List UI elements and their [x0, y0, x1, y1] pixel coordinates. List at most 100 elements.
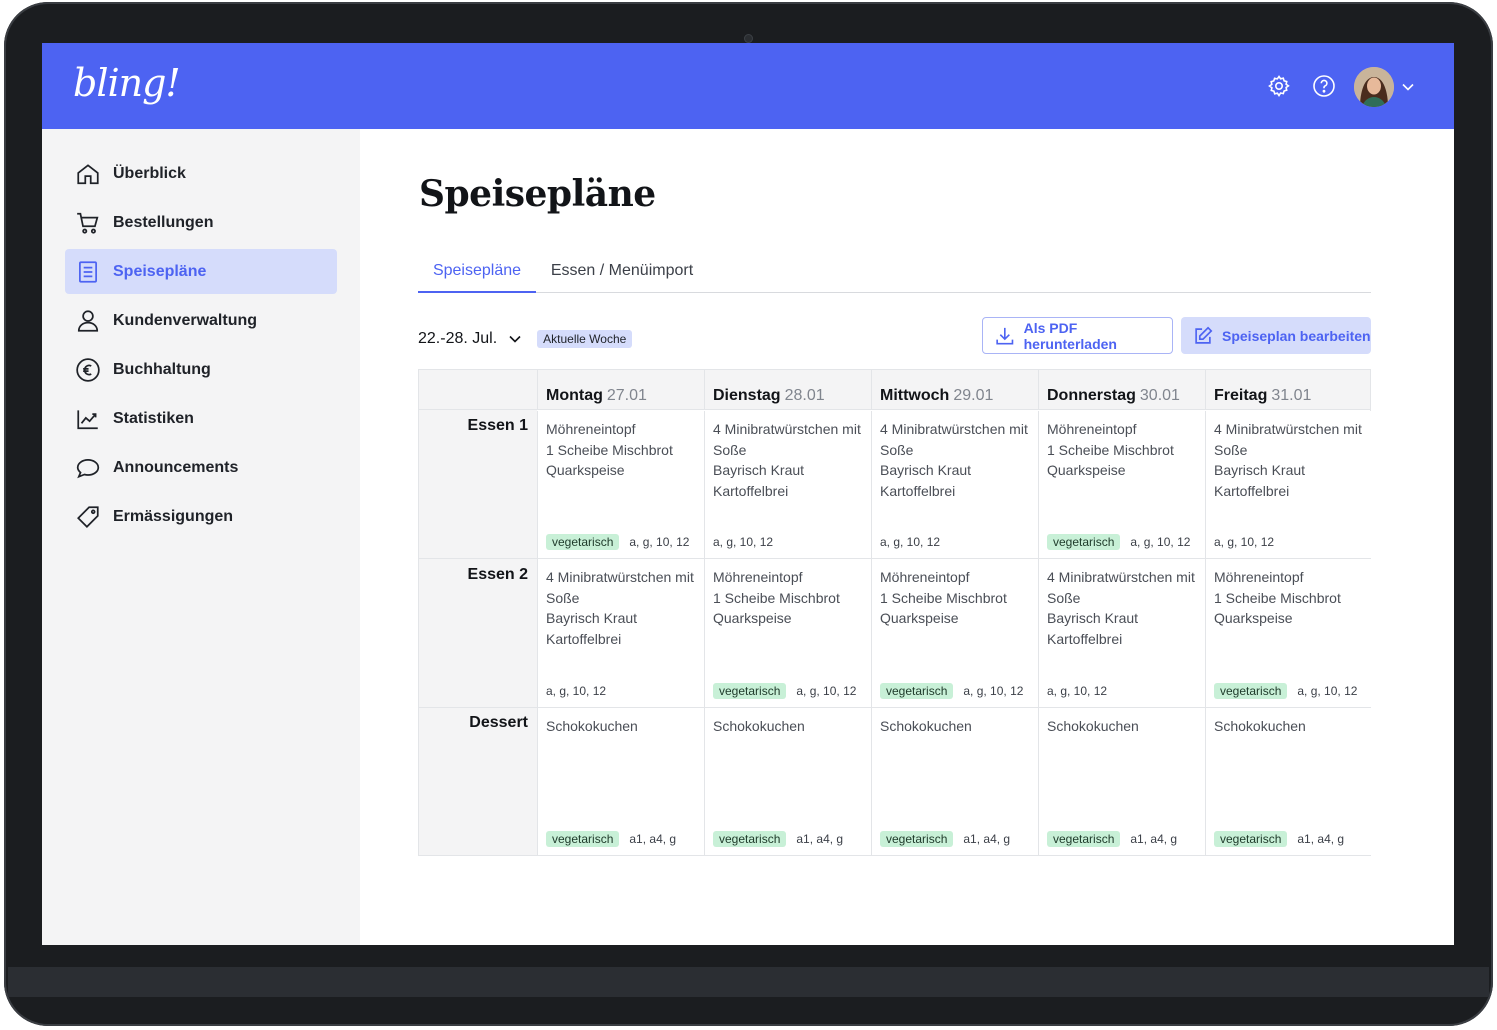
tag-icon [77, 505, 99, 528]
user-icon [77, 309, 99, 332]
dish-lines: 4 Minibratwürstchen mit Soße Bayrisch Krau… [713, 419, 861, 502]
device-bezel [8, 967, 1489, 997]
dish-line: Quarkspeise [1047, 462, 1126, 479]
menu-cell[interactable]: Schokokuchen vegetarisch a1, a4, g [871, 708, 1038, 855]
allergen-codes: a1, a4, g [796, 831, 844, 846]
sidebar-item-label: Statistiken [113, 409, 194, 427]
menu-cell[interactable]: Möhreneintopf 1 Scheibe Mischbrot Quarkspe… [871, 559, 1038, 707]
cell-footer: a, g, 10, 12 [880, 533, 940, 550]
logo[interactable]: bling! [73, 61, 181, 105]
dish-line: Möhreneintopf [880, 569, 970, 585]
dish-line: Bayrisch Kraut [1214, 462, 1306, 479]
dish-line: 4 Minibratwürstchen mit [1047, 569, 1195, 585]
menu-cell[interactable]: 4 Minibratwürstchen mit Soße Bayrisch Krau… [1038, 559, 1205, 707]
cell-footer: vegetarisch a, g, 10, 12 [1214, 682, 1357, 699]
allergen-codes: a, g, 10, 12 [880, 534, 941, 549]
dish-lines: Möhreneintopf 1 Scheibe Mischbrot Quarkspe… [1047, 419, 1174, 481]
vegetarian-badge: vegetarisch [713, 830, 787, 847]
allergen-codes: a, g, 10, 12 [1297, 683, 1358, 698]
cell-footer: vegetarisch a1, a4, g [1047, 830, 1177, 847]
dish-line: Quarkspeise [880, 610, 959, 627]
dish-lines: 4 Minibratwürstchen mit Soße Bayrisch Krau… [1214, 419, 1362, 502]
avatar[interactable] [1354, 67, 1394, 107]
dish-lines: Möhreneintopf 1 Scheibe Mischbrot Quarkspe… [713, 567, 840, 629]
day-date: 31.01 [1271, 387, 1312, 404]
sidebar-item-bestellungen[interactable]: Bestellungen [65, 200, 337, 245]
week-label: 22.-28. Jul. [418, 330, 498, 347]
dish-line: Kartoffelbrei [546, 631, 622, 648]
menu-cell[interactable]: Schokokuchen vegetarisch a1, a4, g [1205, 708, 1372, 855]
edit-menu-plan-label: Speiseplan bearbeiten [1222, 327, 1371, 344]
menu-cell[interactable]: Möhreneintopf 1 Scheibe Mischbrot Quarkspe… [1205, 559, 1372, 707]
dish-line: Schokokuchen [713, 718, 805, 734]
allergen-codes: a1, a4, g [963, 831, 1011, 846]
sidebar-item-label: Kundenverwaltung [113, 311, 258, 329]
sidebar: Überblick Bestellungen Speisepläne Kunde… [42, 129, 360, 945]
gear-icon[interactable] [1267, 74, 1291, 98]
table-header-row: Montag 27.01 Dienstag 28.01 Mittwoch 29.01 … [419, 370, 1370, 410]
menu-cell[interactable]: 4 Minibratwürstchen mit Soße Bayrisch Krau… [871, 411, 1038, 558]
allergen-codes: a1, a4, g [629, 831, 677, 846]
cell-footer: vegetarisch a, g, 10, 12 [713, 682, 856, 699]
dish-lines: Möhreneintopf 1 Scheibe Mischbrot Quarkspe… [546, 419, 673, 481]
dish-line: 1 Scheibe Mischbrot [1214, 589, 1341, 606]
menu-cell[interactable]: Schokokuchen vegetarisch a1, a4, g [704, 708, 871, 855]
row-label: Dessert [469, 714, 528, 731]
menu-cell[interactable]: Schokokuchen vegetarisch a1, a4, g [537, 708, 704, 855]
download-pdf-button[interactable]: Als PDF herunterladen [982, 317, 1173, 354]
menu-cell[interactable]: Möhreneintopf 1 Scheibe Mischbrot Quarkspe… [537, 411, 704, 558]
menu-cell[interactable]: 4 Minibratwürstchen mit Soße Bayrisch Krau… [1205, 411, 1372, 558]
page-title: Speisepläne [419, 173, 656, 215]
tab-essen-menueimport[interactable]: Essen / Menüimport [542, 249, 702, 293]
menu-cell[interactable]: Möhreneintopf 1 Scheibe Mischbrot Quarkspe… [704, 559, 871, 707]
row-label: Essen 2 [467, 566, 528, 583]
sidebar-item-ueberblick[interactable]: Überblick [65, 151, 337, 196]
chevron-down-icon[interactable] [507, 331, 523, 347]
day-date: 28.01 [784, 387, 825, 404]
vegetarian-badge: vegetarisch [546, 830, 620, 847]
cell-footer: vegetarisch a, g, 10, 12 [880, 682, 1023, 699]
dish-line: Soße [880, 441, 914, 458]
help-icon[interactable] [1312, 74, 1336, 98]
sidebar-item-kundenverwaltung[interactable]: Kundenverwaltung [65, 298, 337, 343]
dish-line: Bayrisch Kraut [880, 462, 972, 479]
tab-speiseplaene[interactable]: Speisepläne [418, 249, 536, 293]
cell-footer: vegetarisch a1, a4, g [1214, 830, 1344, 847]
menu-cell[interactable]: 4 Minibratwürstchen mit Soße Bayrisch Krau… [704, 411, 871, 558]
sidebar-item-announcements[interactable]: Announcements [65, 445, 337, 490]
dish-lines: Möhreneintopf 1 Scheibe Mischbrot Quarkspe… [880, 567, 1007, 629]
cell-footer: vegetarisch a1, a4, g [546, 830, 676, 847]
week-selector[interactable]: 22.-28. Jul. Aktuelle Woche [418, 327, 633, 351]
chevron-down-icon[interactable] [1400, 79, 1416, 95]
sidebar-item-speiseplaene[interactable]: Speisepläne [65, 249, 337, 294]
dish-line: Möhreneintopf [1047, 421, 1137, 437]
dish-line: Kartoffelbrei [713, 483, 789, 500]
chat-icon [76, 458, 100, 478]
dish-lines: 4 Minibratwürstchen mit Soße Bayrisch Krau… [546, 567, 694, 650]
dish-line: Möhreneintopf [546, 421, 636, 437]
dish-line: Kartoffelbrei [1047, 631, 1123, 648]
vegetarian-badge: vegetarisch [880, 830, 954, 847]
dish-lines: Möhreneintopf 1 Scheibe Mischbrot Quarkspe… [1214, 567, 1341, 629]
day-name: Mittwoch [880, 387, 950, 404]
tab-bar: Speisepläne Essen / Menüimport [418, 249, 1371, 293]
allergen-codes: a1, a4, g [1130, 831, 1178, 846]
sidebar-item-label: Buchhaltung [113, 360, 211, 378]
cell-footer: a, g, 10, 12 [1214, 533, 1274, 550]
allergen-codes: a, g, 10, 12 [963, 683, 1024, 698]
menu-cell[interactable]: Schokokuchen vegetarisch a1, a4, g [1038, 708, 1205, 855]
sidebar-item-statistiken[interactable]: Statistiken [65, 396, 337, 441]
menu-cell[interactable]: 4 Minibratwürstchen mit Soße Bayrisch Krau… [537, 559, 704, 707]
dish-lines: Schokokuchen [546, 716, 638, 737]
edit-menu-plan-button[interactable]: Speiseplan bearbeiten [1181, 317, 1371, 354]
dish-line: Quarkspeise [713, 610, 792, 627]
sidebar-item-ermaessigungen[interactable]: Ermässigungen [65, 494, 337, 539]
cell-footer: vegetarisch a1, a4, g [880, 830, 1010, 847]
menu-cell[interactable]: Möhreneintopf 1 Scheibe Mischbrot Quarkspe… [1038, 411, 1205, 558]
dish-line: Soße [713, 441, 747, 458]
row-label: Essen 1 [467, 417, 528, 434]
sidebar-item-buchhaltung[interactable]: Buchhaltung [65, 347, 337, 392]
cell-footer: vegetarisch a, g, 10, 12 [1047, 533, 1190, 550]
allergen-codes: a, g, 10, 12 [1047, 683, 1108, 698]
sidebar-item-label: Announcements [113, 458, 239, 476]
